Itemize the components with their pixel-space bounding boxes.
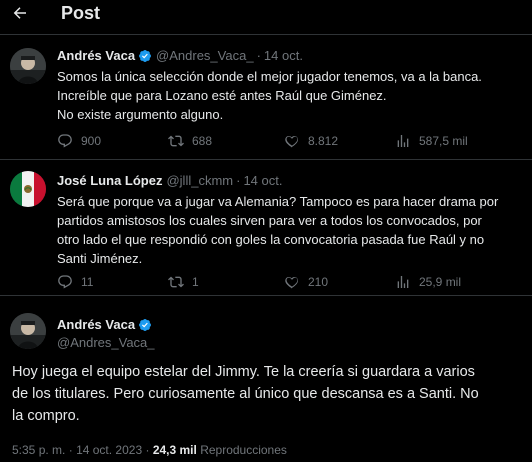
avatar[interactable] xyxy=(10,171,46,207)
post-date[interactable]: 14 oct. 2023 xyxy=(76,443,142,457)
post-text-line: Será que porque va a jugar va Alemania? … xyxy=(57,194,499,209)
separator-dot: · xyxy=(256,48,261,63)
views-count: 587,5 mil xyxy=(419,134,468,148)
post-text-line: partidos amistosos los cuales sirven par… xyxy=(57,213,482,228)
post-text: Será que porque va a jugar va Alemania? … xyxy=(57,192,527,268)
like-count: 8.812 xyxy=(308,134,339,148)
post-text: Somos la única selección donde el mejor … xyxy=(57,67,527,124)
views-button[interactable]: 587,5 mil xyxy=(395,133,468,149)
repost-icon xyxy=(168,274,184,290)
views-count: 25,9 mil xyxy=(419,275,462,289)
reply-post[interactable]: José Luna López @jlll_ckmm · 14 oct. Ser… xyxy=(0,160,532,296)
verified-badge-icon xyxy=(138,49,152,63)
like-count: 210 xyxy=(308,275,329,289)
reply-icon xyxy=(57,274,73,290)
views-count: 24,3 mil xyxy=(152,443,197,457)
reply-button[interactable]: 900 xyxy=(57,133,101,149)
views-label: Reproducciones xyxy=(200,443,287,457)
post-text-line: No existe argumento alguno. xyxy=(57,107,224,122)
repost-count: 1 xyxy=(192,275,199,289)
post-date[interactable]: 14 oct. xyxy=(264,48,303,63)
post-text-line: de los titulares. Pero curiosamente al ú… xyxy=(12,386,479,402)
author-name[interactable]: Andrés Vaca xyxy=(57,48,135,63)
verified-badge-icon xyxy=(138,318,152,332)
heart-icon xyxy=(284,133,300,149)
post-page: Post Andrés Vaca @Andres_Vaca_ · 14 oct.… xyxy=(0,0,532,462)
views-chart-icon xyxy=(395,274,411,290)
post-text-line: la compro. xyxy=(12,408,80,424)
author-handle[interactable]: @jlll_ckmm xyxy=(166,173,233,188)
author-line: Andrés Vaca xyxy=(57,317,152,332)
separator-dot: · xyxy=(236,173,241,188)
reply-button[interactable]: 11 xyxy=(57,274,93,290)
post-actions: 900 688 8.812 587,5 mil xyxy=(57,133,517,153)
views-chart-icon xyxy=(395,133,411,149)
post-time[interactable]: 5:35 p. m. xyxy=(12,443,65,457)
back-button[interactable] xyxy=(8,1,32,25)
author-handle[interactable]: @Andres_Vaca_ xyxy=(156,48,254,63)
avatar[interactable] xyxy=(10,48,46,84)
post-text-line: Somos la única selección donde el mejor … xyxy=(57,69,482,84)
post-meta: 5:35 p. m. · 14 oct. 2023 · 24,3 mil Rep… xyxy=(12,443,287,457)
reply-count: 11 xyxy=(81,275,94,289)
page-title: Post xyxy=(61,3,101,23)
reply-count: 900 xyxy=(81,134,102,148)
post-text-line: Increíble que para Lozano esté antes Raú… xyxy=(57,88,387,103)
author-handle[interactable]: @Andres_Vaca_ xyxy=(57,335,155,350)
author-name[interactable]: José Luna López xyxy=(57,173,162,188)
reply-icon xyxy=(57,133,73,149)
views-button[interactable]: 25,9 mil xyxy=(395,274,461,290)
reply-post[interactable]: Andrés Vaca @Andres_Vaca_ · 14 oct. Somo… xyxy=(0,34,532,160)
repost-button[interactable]: 1 xyxy=(168,274,199,290)
avatar[interactable] xyxy=(10,313,46,349)
author-line: José Luna López @jlll_ckmm · 14 oct. xyxy=(57,173,282,188)
post-actions: 11 1 210 25,9 mil xyxy=(57,274,517,294)
heart-icon xyxy=(284,274,300,290)
post-text-line: Hoy juega el equipo estelar del Jimmy. T… xyxy=(12,364,475,380)
page-header: Post xyxy=(0,0,532,32)
arrow-left-icon xyxy=(13,7,26,19)
repost-count: 688 xyxy=(192,134,213,148)
author-name[interactable]: Andrés Vaca xyxy=(57,317,135,332)
post-text-line: Santi Jiménez. xyxy=(57,251,143,266)
like-button[interactable]: 210 xyxy=(284,274,328,290)
post-text: Hoy juega el equipo estelar del Jimmy. T… xyxy=(12,361,522,427)
repost-button[interactable]: 688 xyxy=(168,133,212,149)
separator-dot: · xyxy=(145,443,150,457)
separator-dot: · xyxy=(68,443,73,457)
main-post: Andrés Vaca @Andres_Vaca_ Hoy juega el e… xyxy=(0,296,532,462)
post-date[interactable]: 14 oct. xyxy=(243,173,282,188)
post-text-line: otro lado el que respondió con goles la … xyxy=(57,232,485,247)
repost-icon xyxy=(168,133,184,149)
author-line: Andrés Vaca @Andres_Vaca_ · 14 oct. xyxy=(57,48,303,63)
like-button[interactable]: 8.812 xyxy=(284,133,338,149)
